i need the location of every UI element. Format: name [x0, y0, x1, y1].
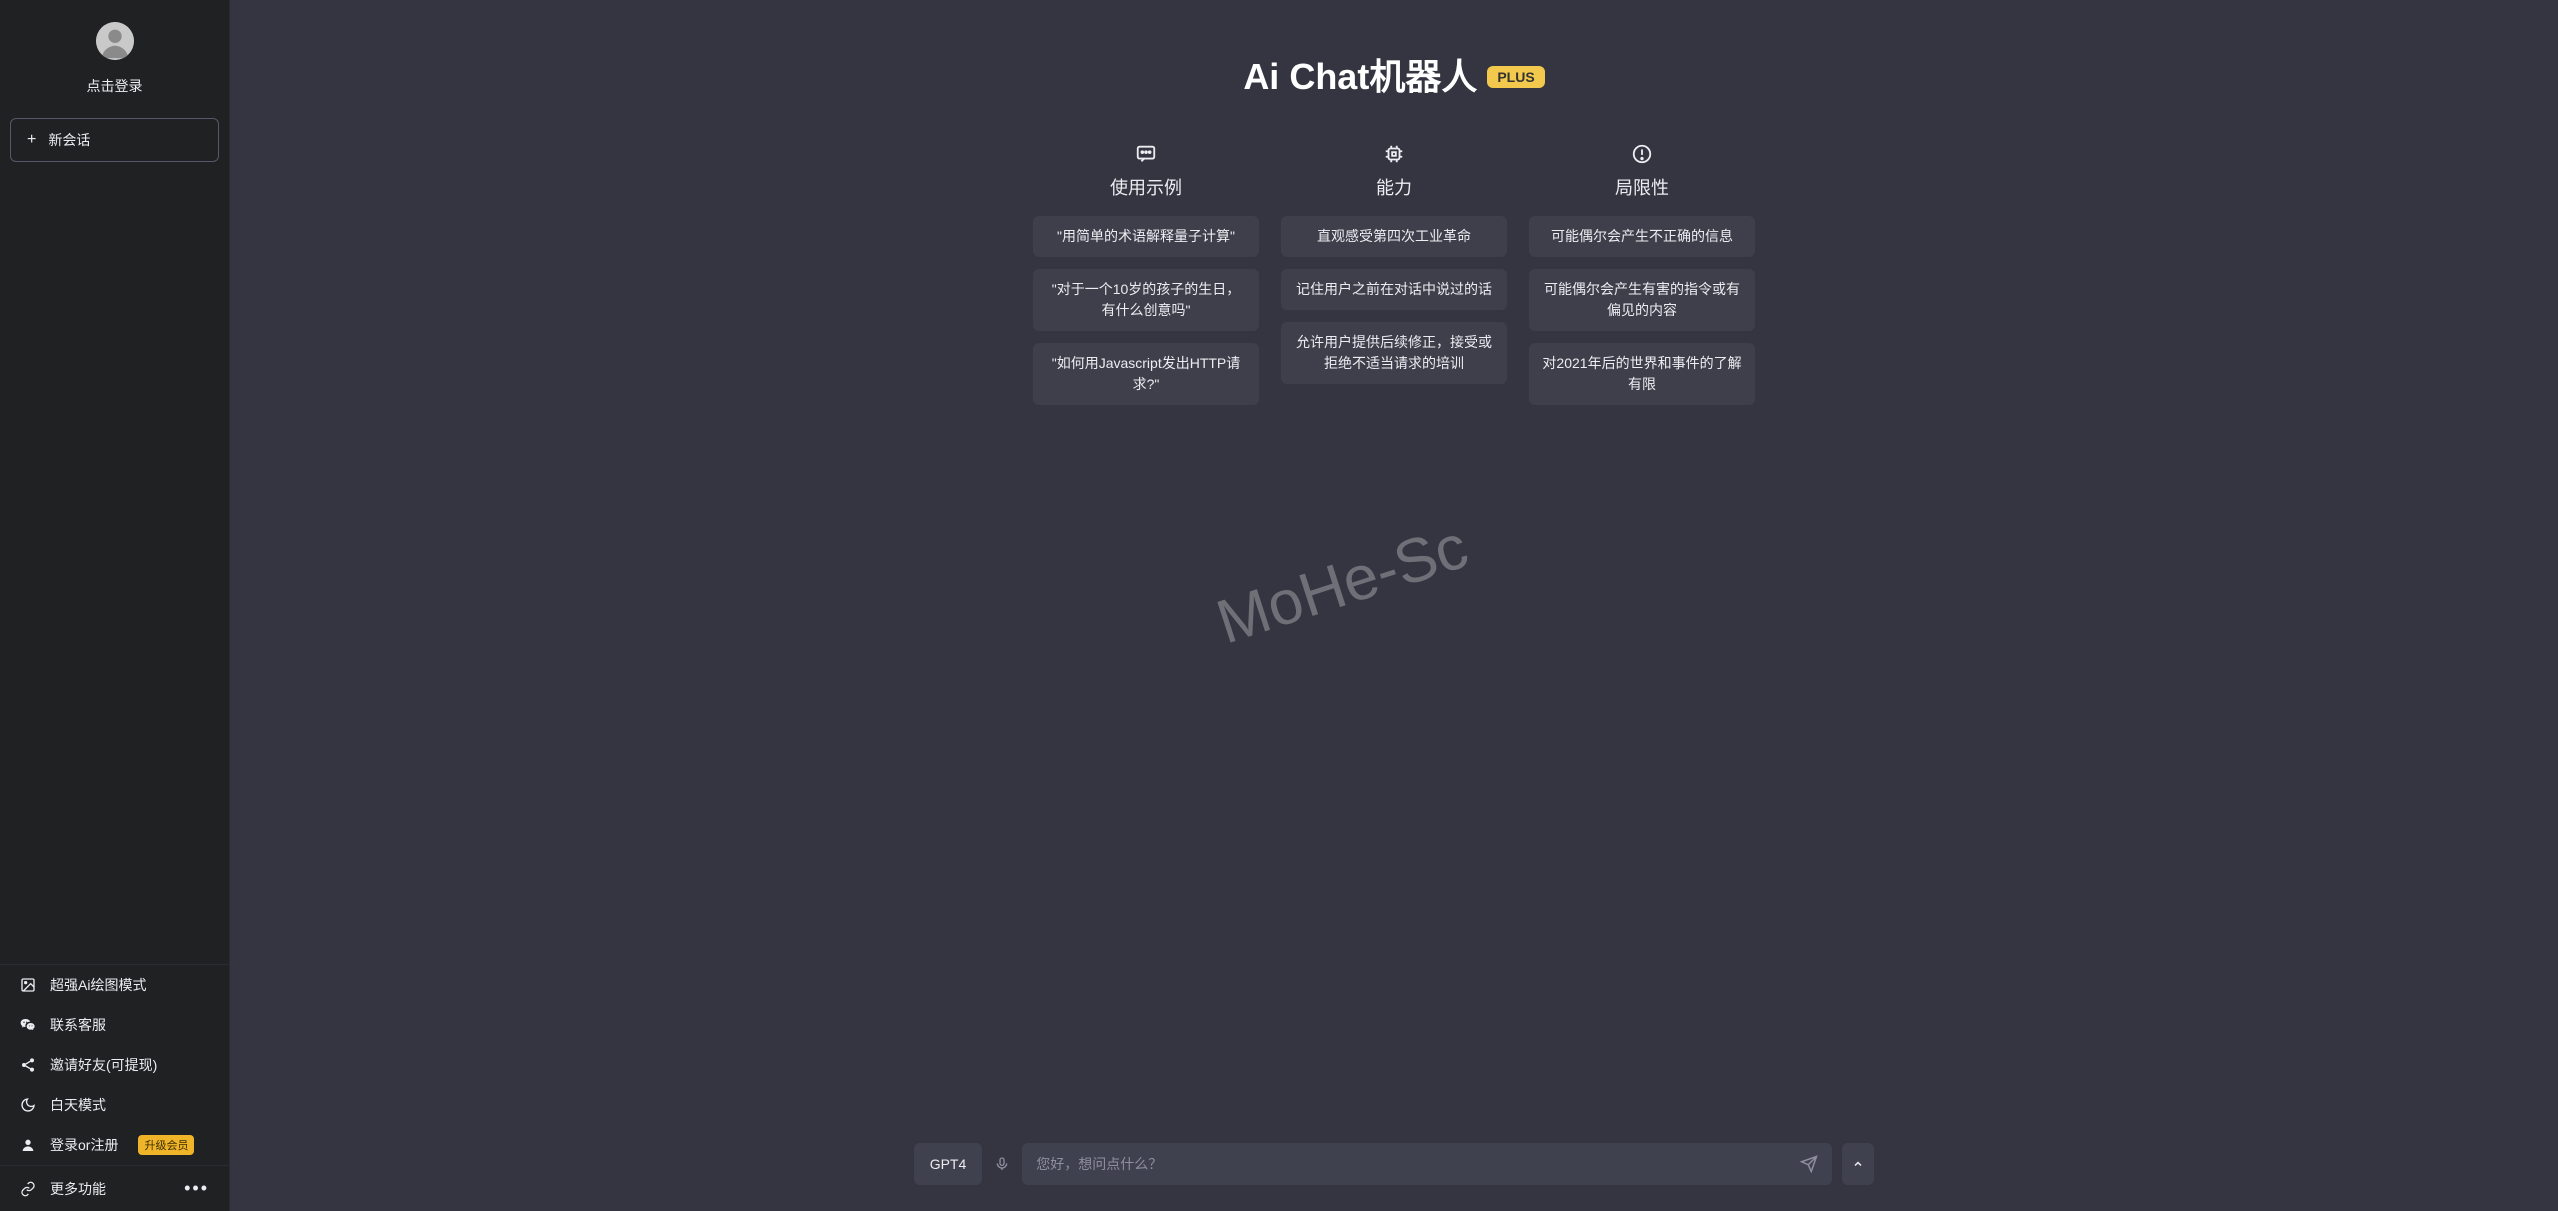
sidebar-footer: 更多功能 ••• [0, 1165, 229, 1211]
main-area: Ai Chat机器人 PLUS 使用示例 "用简单的术语解释量子计算" "对于一… [230, 0, 2558, 1211]
chat-input-wrap [1022, 1143, 1832, 1185]
column-title: 使用示例 [1110, 174, 1182, 200]
sidebar-item-login-register[interactable]: 登录or注册 升级会员 [0, 1125, 229, 1165]
plus-badge: PLUS [1487, 66, 1544, 88]
app-title: Ai Chat机器人 [1243, 48, 1477, 100]
sidebar-item-theme[interactable]: 白天模式 [0, 1085, 229, 1125]
limitation-card: 可能偶尔会产生有害的指令或有偏见的内容 [1529, 269, 1755, 331]
warning-icon [1631, 140, 1653, 168]
hero-title-row: Ai Chat机器人 PLUS [1243, 48, 1544, 100]
capability-card: 允许用户提供后续修正，接受或拒绝不适当请求的培训 [1281, 322, 1507, 384]
capability-card: 直观感受第四次工业革命 [1281, 216, 1507, 257]
column-title: 能力 [1376, 174, 1412, 200]
send-icon [1800, 1155, 1818, 1173]
intro-columns: 使用示例 "用简单的术语解释量子计算" "对于一个10岁的孩子的生日，有什么创意… [1033, 140, 1755, 417]
sidebar: 点击登录 + 新会话 超强Ai绘图模式 联系客服 邀请好友(可提现) [0, 0, 230, 1211]
sidebar-item-more[interactable]: 更多功能 [20, 1179, 106, 1199]
ellipsis-icon[interactable]: ••• [184, 1178, 209, 1199]
scroll-top-button[interactable] [1842, 1143, 1874, 1185]
sidebar-item-label: 登录or注册 [50, 1135, 118, 1155]
column-title: 局限性 [1615, 174, 1669, 200]
share-icon [20, 1057, 36, 1073]
limitation-card: 对2021年后的世界和事件的了解有限 [1529, 343, 1755, 405]
image-icon [20, 977, 36, 993]
link-icon [20, 1181, 36, 1197]
sidebar-item-ai-draw[interactable]: 超强Ai绘图模式 [0, 965, 229, 1005]
column-limitations: 局限性 可能偶尔会产生不正确的信息 可能偶尔会产生有害的指令或有偏见的内容 对2… [1529, 140, 1755, 417]
user-avatar-icon [96, 22, 134, 60]
limitation-card: 可能偶尔会产生不正确的信息 [1529, 216, 1755, 257]
column-capabilities: 能力 直观感受第四次工业革命 记住用户之前在对话中说过的话 允许用户提供后续修正… [1281, 140, 1507, 417]
new-chat-button[interactable]: + 新会话 [10, 118, 219, 162]
wechat-icon [20, 1017, 36, 1033]
upgrade-badge: 升级会员 [138, 1135, 194, 1155]
avatar[interactable] [96, 22, 134, 60]
example-card[interactable]: "如何用Javascript发出HTTP请求?" [1033, 343, 1259, 405]
user-icon [20, 1137, 36, 1153]
chat-input[interactable] [1036, 1156, 1800, 1172]
more-label: 更多功能 [50, 1179, 106, 1199]
model-select-button[interactable]: GPT4 [914, 1143, 983, 1185]
sidebar-item-contact[interactable]: 联系客服 [0, 1005, 229, 1045]
mic-icon [994, 1154, 1010, 1174]
mic-button[interactable] [992, 1143, 1012, 1185]
sidebar-item-invite[interactable]: 邀请好友(可提现) [0, 1045, 229, 1085]
sidebar-top: 点击登录 [0, 0, 229, 106]
hero: Ai Chat机器人 PLUS 使用示例 "用简单的术语解释量子计算" "对于一… [230, 0, 2558, 1127]
chat-icon [1135, 140, 1157, 168]
sidebar-item-label: 超强Ai绘图模式 [50, 975, 146, 995]
login-link[interactable]: 点击登录 [87, 76, 143, 96]
new-chat-label: 新会话 [48, 130, 90, 150]
moon-icon [20, 1097, 36, 1113]
example-card[interactable]: "用简单的术语解释量子计算" [1033, 216, 1259, 257]
send-button[interactable] [1800, 1155, 1818, 1173]
chevron-up-icon [1852, 1158, 1864, 1170]
capability-card: 记住用户之前在对话中说过的话 [1281, 269, 1507, 310]
sidebar-item-label: 联系客服 [50, 1015, 106, 1035]
sidebar-item-label: 邀请好友(可提现) [50, 1055, 157, 1075]
example-card[interactable]: "对于一个10岁的孩子的生日，有什么创意吗" [1033, 269, 1259, 331]
sidebar-menu: 超强Ai绘图模式 联系客服 邀请好友(可提现) 白天模式 登录or注册 升级 [0, 964, 229, 1165]
sidebar-item-label: 白天模式 [50, 1095, 106, 1115]
column-examples: 使用示例 "用简单的术语解释量子计算" "对于一个10岁的孩子的生日，有什么创意… [1033, 140, 1259, 417]
chip-icon [1383, 140, 1405, 168]
input-bar: GPT4 [230, 1127, 2558, 1211]
plus-icon: + [27, 131, 36, 149]
